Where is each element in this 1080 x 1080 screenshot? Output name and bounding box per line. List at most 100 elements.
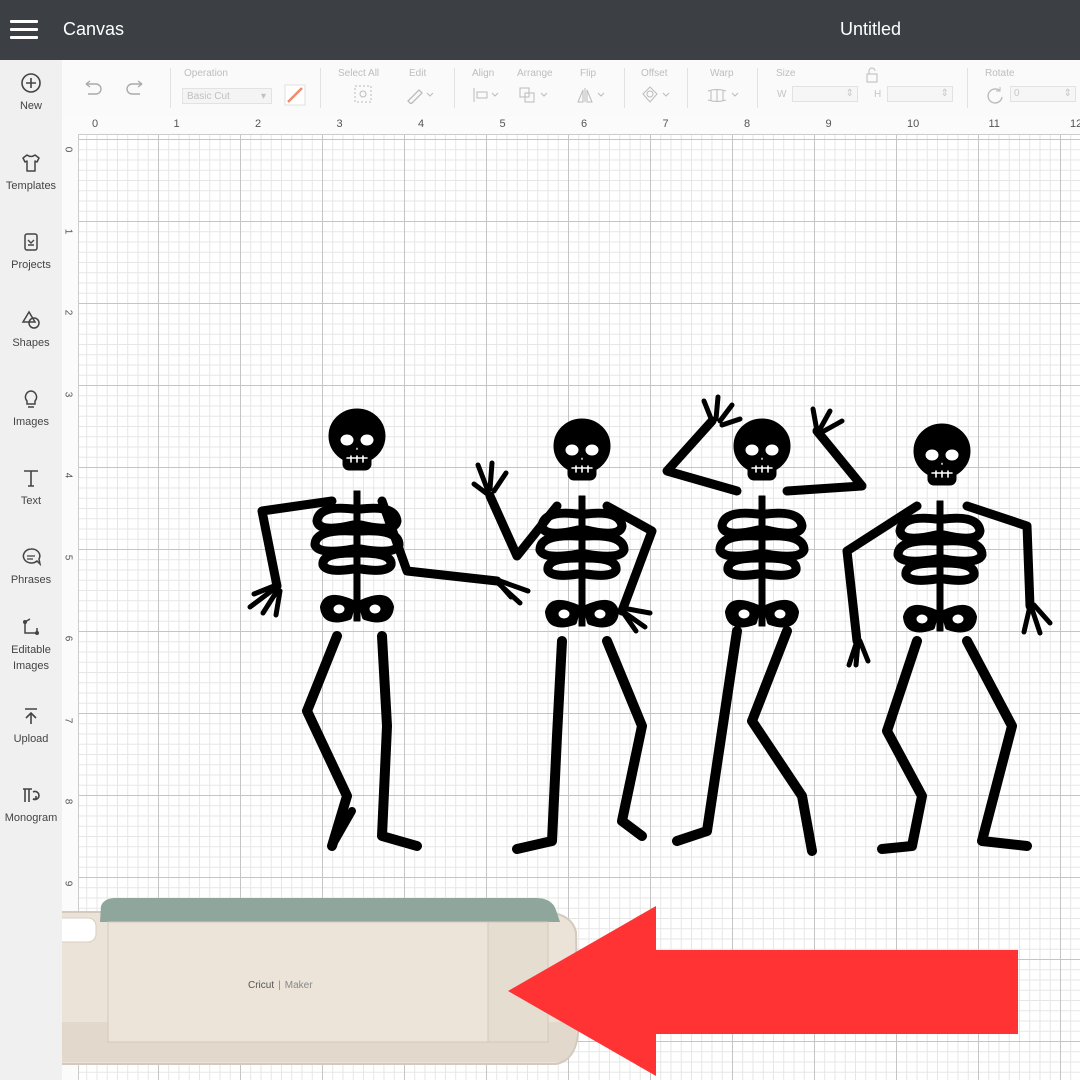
redo-icon[interactable]: [124, 80, 146, 96]
align-label: Align: [472, 68, 495, 79]
size-height-label: H: [874, 89, 882, 100]
ruler-top-number: 11: [988, 118, 1000, 130]
ruler-left-number: 6: [62, 635, 74, 642]
skeleton-4: [842, 423, 1053, 854]
skeleton-1: [247, 408, 531, 851]
toolbar-divider: [454, 68, 455, 108]
align-icon[interactable]: [472, 86, 502, 104]
arrange-group: Arrange: [517, 68, 553, 79]
ruler-left-number: 2: [62, 309, 74, 316]
flip-label: Flip: [580, 68, 597, 79]
editable-images-icon: [23, 618, 39, 635]
warp-label: Warp: [710, 68, 734, 79]
ruler-top-number: 6: [581, 118, 588, 130]
operation-value: Basic Cut: [187, 91, 230, 102]
align-group: Align: [472, 68, 494, 79]
arrange-label: Arrange: [517, 68, 553, 79]
sidebar-item-editable-images[interactable]: Editable Images: [0, 616, 62, 674]
size-group: Size: [776, 68, 795, 79]
warp-icon[interactable]: [706, 86, 742, 104]
skeletons-artwork[interactable]: [222, 391, 1072, 871]
size-width-input[interactable]: ⇕: [792, 86, 858, 102]
undo-icon[interactable]: [82, 80, 104, 96]
select-all-group: Select All: [338, 68, 379, 79]
rotate-value: 0: [1014, 88, 1020, 99]
flip-group: Flip: [580, 68, 596, 79]
sidebar-item-images[interactable]: Images: [0, 388, 62, 430]
ruler-left-number: 9: [62, 880, 74, 886]
sidebar-item-new[interactable]: New: [0, 72, 62, 114]
edit-label: Edit: [409, 68, 427, 79]
operation-select[interactable]: Basic Cut ▾: [182, 88, 272, 104]
ruler-top-number: 2: [255, 118, 262, 130]
monogram-icon: [23, 788, 40, 802]
toolbar-divider: [757, 68, 758, 108]
text-icon: [24, 470, 38, 487]
sidebar-item-templates[interactable]: Templates: [0, 152, 62, 194]
rotate-label: Rotate: [985, 68, 1015, 79]
ruler-top-number: 7: [662, 118, 669, 130]
sidebar-item-phrases[interactable]: Phrases: [0, 546, 62, 588]
skeleton-3: [662, 394, 867, 856]
sidebar-item-upload[interactable]: Upload: [0, 705, 62, 747]
ruler-left-number: 8: [62, 798, 74, 805]
ruler-left-number: 4: [62, 472, 74, 479]
projects-icon: [24, 233, 38, 251]
ruler-top-number: 12: [1070, 118, 1080, 130]
speech-bubble-icon: [22, 548, 42, 567]
sidebar-item-projects[interactable]: Projects: [0, 231, 62, 273]
size-height-input[interactable]: ⇕: [887, 86, 953, 102]
toolbar-divider: [320, 68, 321, 108]
design-canvas[interactable]: 0123456789101112 0123456789: [62, 116, 1080, 1080]
rotate-icon[interactable]: [985, 85, 1005, 105]
select-all-label: Select All: [338, 68, 380, 79]
toolbar-divider: [624, 68, 625, 108]
skeleton-2: [471, 418, 657, 854]
machine-brand-label: Cricut | Maker: [248, 980, 313, 991]
shapes-icon: [21, 310, 40, 329]
rotate-input[interactable]: 0 ⇕: [1010, 86, 1076, 102]
toolbar-divider: [170, 68, 171, 108]
edit-pencil-icon[interactable]: [405, 84, 435, 104]
stepper-icon: ⇕: [845, 88, 854, 99]
lock-icon[interactable]: [862, 67, 882, 83]
size-label: Size: [776, 68, 796, 79]
ruler-left-number: 1: [62, 228, 74, 234]
sidebar-item-monogram[interactable]: Monogram: [0, 784, 62, 826]
operation-label: Operation: [184, 68, 228, 79]
toolbar-divider: [967, 68, 968, 108]
chevron-down-icon: ▾: [260, 91, 266, 102]
ruler-left-number: 0: [62, 146, 74, 153]
ruler-top-number: 3: [336, 118, 343, 130]
offset-icon[interactable]: [640, 85, 674, 105]
arrange-icon[interactable]: [518, 86, 552, 104]
toolbar-divider: [687, 68, 688, 108]
sidebar-item-shapes[interactable]: Shapes: [0, 309, 62, 351]
edit-toolbar: Operation Basic Cut ▾ Select All Edit Al…: [62, 60, 1080, 117]
edit-group: Edit: [409, 68, 426, 79]
ruler-top-number: 5: [499, 118, 506, 130]
top-ruler: 0 1 2 3 4 5 6 7 8 9 10 11 12: [62, 116, 1080, 135]
shirt-icon: [22, 154, 40, 172]
warp-group: Warp: [710, 68, 734, 79]
top-bar: Canvas Untitled: [0, 0, 1080, 60]
ruler-left-number: 5: [62, 554, 74, 560]
ruler-top-number: 4: [418, 118, 425, 130]
hamburger-menu-icon[interactable]: [10, 20, 38, 40]
document-title[interactable]: Untitled: [840, 19, 901, 40]
sidebar-item-text[interactable]: Text: [0, 467, 62, 509]
ruler-left-number: 7: [62, 717, 74, 723]
pen-color-swatch-icon[interactable]: [284, 84, 306, 106]
ruler-left-number: 3: [62, 391, 74, 397]
size-width-label: W: [777, 89, 787, 100]
stepper-icon: ⇕: [1063, 88, 1072, 99]
ruler-top-number: 0: [92, 118, 99, 130]
lightbulb-icon: [24, 390, 38, 408]
flip-icon[interactable]: [576, 86, 610, 104]
ruler-top-number: 1: [173, 118, 180, 130]
upload-icon: [25, 708, 37, 724]
select-all-icon[interactable]: [353, 84, 373, 104]
left-sidebar: New Templates Projects Shapes Images Tex…: [0, 60, 63, 1080]
red-arrow-pointer: [508, 906, 1018, 1076]
rotate-group: Rotate: [985, 68, 1014, 79]
